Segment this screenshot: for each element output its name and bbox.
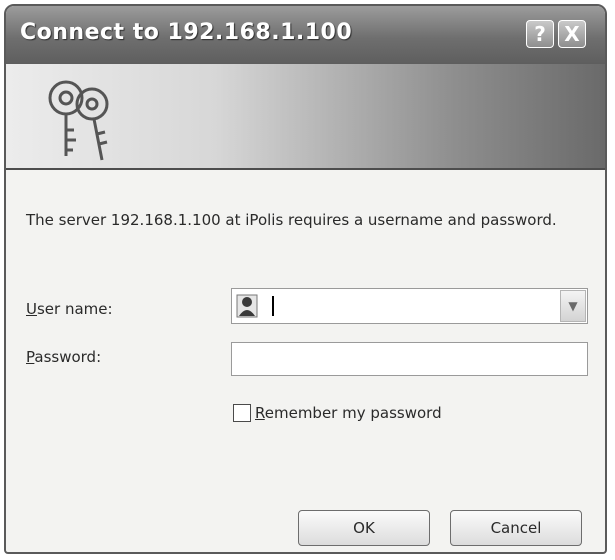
server-message: The server 192.168.1.100 at iPolis requi… [26,211,557,229]
user-name-combobox[interactable]: ▼ [231,288,588,324]
title-bar[interactable]: Connect to 192.168.1.100 ? X [6,6,605,65]
remember-password-label[interactable]: Remember my password [255,404,442,422]
credentials-dialog: Connect to 192.168.1.100 ? X The server … [4,4,607,554]
dialog-banner [6,64,605,170]
ok-button[interactable]: OK [298,510,430,546]
keys-icon [48,80,109,161]
password-field[interactable] [231,342,588,376]
close-icon: X [564,22,580,46]
help-icon: ? [534,22,546,46]
user-icon [236,294,258,318]
password-label: Password: [26,348,101,366]
window-title: Connect to 192.168.1.100 [20,20,353,45]
user-name-dropdown-button[interactable]: ▼ [560,290,586,322]
cancel-button[interactable]: Cancel [450,510,582,546]
remember-hotkey: R [255,404,265,422]
user-name-label-text: ser name: [36,300,113,318]
remember-password-checkbox[interactable] [233,404,251,422]
remember-label-text: emember my password [264,404,442,422]
user-name-label: User name: [26,300,113,318]
dialog-body: The server 192.168.1.100 at iPolis requi… [6,170,605,552]
close-button[interactable]: X [558,20,586,48]
help-button[interactable]: ? [526,20,554,48]
user-name-hotkey: U [26,300,37,318]
text-cursor [272,296,274,316]
chevron-down-icon: ▼ [568,299,578,313]
remember-password-option[interactable]: Remember my password [233,404,442,422]
password-label-text: assword: [34,348,102,366]
